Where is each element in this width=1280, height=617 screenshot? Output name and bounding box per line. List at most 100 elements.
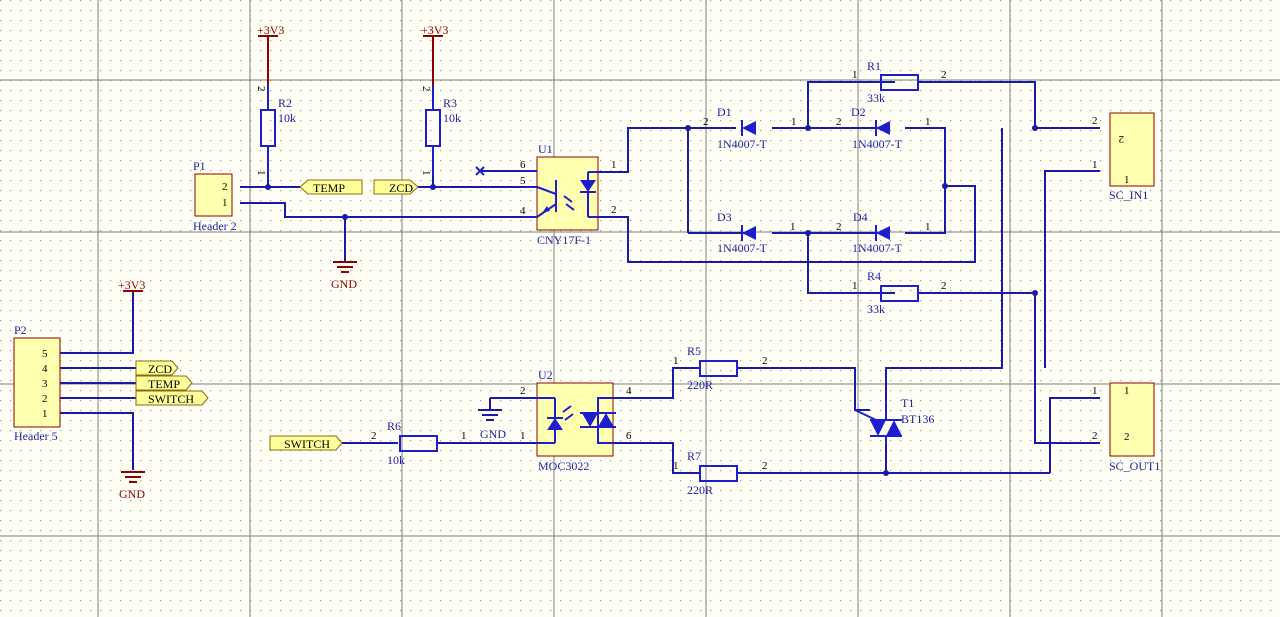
p2-pin3: 3 [42,378,48,390]
gnd-p1-label: GND [331,277,357,291]
port-temp-p2: TEMP [135,375,193,391]
u1-pin4: 4 [520,205,526,217]
sc-in-inner1: 1 [1124,174,1130,186]
junction-t1 [883,470,889,476]
r7-pin2: 2 [762,460,768,472]
junction-scin-2 [1032,125,1038,131]
p1-pin1: 1 [222,197,228,209]
r3-ref: R3 [443,96,457,110]
port-switch-p2: SWITCH [135,390,209,406]
port-zcd-p2-label: ZCD [148,362,172,376]
sc-in-pin1: 1 [1092,159,1098,171]
t1-value: BT136 [901,412,934,426]
d3-value: 1N4007-T [717,241,768,255]
u1-pin2: 2 [611,204,617,216]
r4-pin1: 1 [852,280,858,292]
d2-ref: D2 [851,105,866,119]
r6-pin2: 2 [371,430,377,442]
junction-r4 [1032,290,1038,296]
r1-ref: R1 [867,59,881,73]
u2-pin4: 4 [626,385,632,397]
r6-pin1: 1 [461,430,467,442]
r1-pin1: 1 [852,69,858,81]
r7-value: 220R [687,483,713,497]
p1-name: Header 2 [193,219,237,233]
u2-pin1: 1 [520,430,526,442]
r5-value: 220R [687,378,713,392]
u1-ref: U1 [538,142,553,156]
d4-pin2: 2 [836,221,842,233]
r4-value: 33k [867,302,885,316]
r3-value: 10k [443,111,461,125]
port-switch-r6-label: SWITCH [284,437,330,451]
p2-pin1: 1 [42,408,48,420]
u2-pin6: 6 [626,430,632,442]
r2-value: 10k [278,111,296,125]
junction-d1 [685,125,691,131]
port-temp-label: TEMP [313,181,345,195]
r5-pin2: 2 [762,355,768,367]
d1-value: 1N4007-T [717,137,768,151]
port-zcd-label: ZCD [389,181,413,195]
sc-out-pin2: 2 [1092,430,1098,442]
junction-d3-d4 [805,230,811,236]
p2-pin2: 2 [42,393,48,405]
r2-ref: R2 [278,96,292,110]
p2-name: Header 5 [14,429,58,443]
r3-pin1: 1 [420,170,432,176]
port-switch-r6: SWITCH [269,435,343,451]
d2-pin1: 1 [925,116,931,128]
d2-value: 1N4007-T [852,137,903,151]
u1-pin5: 5 [520,175,526,187]
junction-bridge-right [942,183,948,189]
u2-ref: U2 [538,368,553,382]
gnd-p2-label: GND [119,487,145,501]
d4-pin1: 1 [925,221,931,233]
r7-ref: R7 [687,449,701,463]
d1-pin2: 2 [703,116,709,128]
r7-pin1: 1 [673,460,679,472]
sc-in-ref: SC_IN1 [1109,188,1148,202]
gnd-u2-label: GND [480,427,506,441]
vcc-r2-label: +3V3 [257,23,284,37]
port-zcd-u1: ZCD [373,179,419,195]
sc-in-inner2: 2 [1119,133,1125,145]
sc-in-pin2: 2 [1092,115,1098,127]
u2-value: MOC3022 [538,459,589,473]
d3-pin1: 1 [790,221,796,233]
r5-ref: R5 [687,344,701,358]
d3-ref: D3 [717,210,732,224]
connector-p2[interactable]: P2 Header 5 5 4 3 2 1 [13,323,61,443]
r3-pin2: 2 [420,86,432,92]
t1-ref: T1 [901,396,914,410]
d1-pin1: 1 [791,116,797,128]
p2-pin4: 4 [42,363,48,375]
sc-out-pin1: 1 [1092,385,1098,397]
p1-ref: P1 [193,159,206,173]
r1-value: 33k [867,91,885,105]
port-temp-p2-label: TEMP [148,377,180,391]
r1-pin2: 2 [941,69,947,81]
r2-pin2: 2 [255,86,267,92]
r6-ref: R6 [387,419,401,433]
d2-pin2: 2 [836,116,842,128]
r5-pin1: 1 [673,355,679,367]
r2-pin1: 1 [255,170,267,176]
p1-pin2: 2 [222,181,228,193]
sc-out-inner1: 1 [1124,385,1130,397]
sc-out-inner2: 2 [1124,431,1130,443]
vcc-p2: +3V3 [118,278,145,293]
vcc-p2-label: +3V3 [118,278,145,292]
d4-value: 1N4007-T [852,241,903,255]
sc-out-ref: SC_OUT1 [1109,459,1160,473]
vcc-r3-label: +3V3 [421,23,448,37]
port-temp-p1: TEMP [299,179,363,195]
u1-pin1: 1 [611,159,617,171]
r4-pin2: 2 [941,280,947,292]
schematic-canvas: +3V3 +3V3 +3V3 GND GND GND TEMP ZCD ZCD … [0,0,1280,617]
r4-ref: R4 [867,269,881,283]
junction-gnd-p1 [342,214,348,220]
p2-pin5: 5 [42,348,48,360]
u1-pin6: 6 [520,159,526,171]
grid-dots [0,0,1280,617]
